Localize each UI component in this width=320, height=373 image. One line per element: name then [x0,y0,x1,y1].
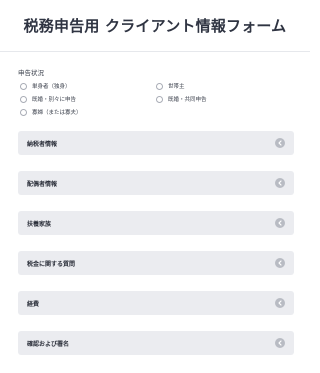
section-dependents[interactable]: 扶養家族 [18,211,294,235]
chevron-left-icon[interactable] [275,258,285,268]
radio-unchecked-icon[interactable] [156,82,163,90]
section-title: 税金に関する質問 [27,260,76,268]
radio-label: 既婚・別々に申告 [32,97,77,103]
filing-status-label: 申告状況 [18,69,44,77]
radio-option-widow[interactable]: 寡婦（または寡夫） [20,107,156,117]
section-confirmation-signature[interactable]: 確認および署名 [18,331,294,355]
radio-unchecked-icon[interactable] [20,108,27,116]
radio-unchecked-icon[interactable] [20,95,27,103]
radio-option-married-jointly[interactable]: 既婚・共同申告 [156,94,286,104]
radio-unchecked-icon[interactable] [20,82,27,90]
chevron-left-icon[interactable] [275,218,285,228]
form-header: 税務申告用 クライアント情報フォーム [0,0,310,52]
section-taxpayer-info[interactable]: 納税者情報 [18,131,294,155]
section-title: 納税者情報 [27,140,58,148]
radio-option-single[interactable]: 単身者（独身） [20,81,156,91]
radio-unchecked-icon[interactable] [156,95,163,103]
form-title: 税務申告用 クライアント情報フォーム [23,17,287,35]
filing-status-radio-group: 単身者（独身） 世帯主 既婚・別々に申告 既婚・共同申告 寡婦（または寡夫） [18,81,294,117]
section-expenses[interactable]: 経費 [18,291,294,315]
section-tax-questions[interactable]: 税金に関する質問 [18,251,294,275]
section-title: 経費 [27,300,40,308]
collapsible-sections: 納税者情報 配偶者情報 扶養家族 税金に関する質問 経費 確認および署名 [18,131,294,355]
form-body: 申告状況 単身者（独身） 世帯主 既婚・別々に申告 既婚・共同申告 寡婦（または… [0,52,310,355]
section-spouse-info[interactable]: 配偶者情報 [18,171,294,195]
chevron-left-icon[interactable] [275,338,285,348]
section-title: 確認および署名 [27,340,70,348]
radio-option-married-separately[interactable]: 既婚・別々に申告 [20,94,156,104]
chevron-left-icon[interactable] [275,138,285,148]
radio-label: 単身者（独身） [32,84,71,90]
radio-option-head-of-household[interactable]: 世帯主 [156,81,286,91]
section-title: 配偶者情報 [27,180,58,188]
radio-label: 既婚・共同申告 [168,97,207,103]
radio-label: 寡婦（または寡夫） [32,110,82,116]
chevron-left-icon[interactable] [275,178,285,188]
chevron-left-icon[interactable] [275,298,285,308]
tax-client-form-page: 税務申告用 クライアント情報フォーム 申告状況 単身者（独身） 世帯主 既婚・別… [0,0,310,373]
section-title: 扶養家族 [27,220,52,228]
radio-label: 世帯主 [168,84,185,90]
